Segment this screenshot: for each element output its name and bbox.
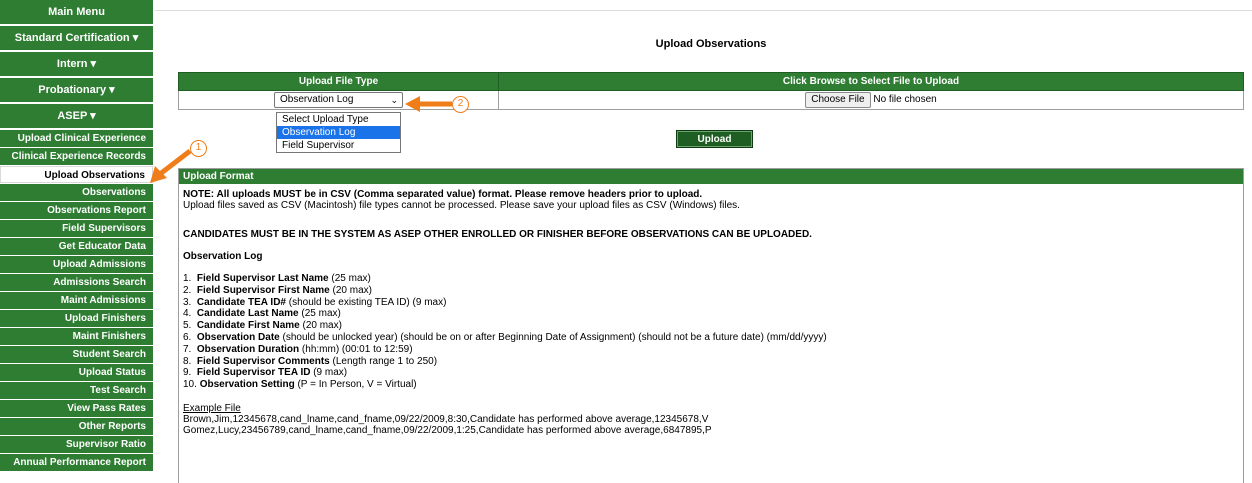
example-line: Brown,Jim,12345678,cand_lname,cand_fname… <box>183 413 709 425</box>
sidebar-item-student-search[interactable]: Student Search <box>0 346 153 363</box>
sidebar-item-view-pass-rates[interactable]: View Pass Rates <box>0 400 153 417</box>
sidebar-item-maint-admissions[interactable]: Maint Admissions <box>0 292 153 309</box>
dropdown-option-field-supervisor[interactable]: Field Supervisor <box>277 139 400 152</box>
annotation-badge-2: 2 <box>452 96 469 113</box>
sidebar-item-upload-observations[interactable]: Upload Observations <box>0 166 153 183</box>
sidebar-item-field-supervisors[interactable]: Field Supervisors <box>0 220 153 237</box>
upload-format-panel: Upload Format NOTE: All uploads MUST be … <box>178 168 1244 483</box>
upload-button[interactable]: Upload <box>676 130 753 148</box>
sidebar: Main Menu Standard Certification ▾ Inter… <box>0 0 153 483</box>
candidates-notice: CANDIDATES MUST BE IN THE SYSTEM AS ASEP… <box>183 229 812 240</box>
page-title: Upload Observations <box>655 38 767 50</box>
example-file-title: Example File <box>183 402 241 414</box>
sidebar-item-annual-performance-report[interactable]: Annual Performance Report <box>0 454 153 471</box>
note-text: Upload files saved as CSV (Macintosh) fi… <box>183 200 740 211</box>
upload-type-select[interactable]: Observation Log ⌄ <box>274 92 403 108</box>
top-divider <box>155 10 1252 11</box>
sidebar-item-maint-finishers[interactable]: Maint Finishers <box>0 328 153 345</box>
menu-intern[interactable]: Intern ▾ <box>0 52 153 76</box>
note-bold: NOTE: All uploads MUST be in CSV (Comma … <box>183 189 703 200</box>
sidebar-item-upload-admissions[interactable]: Upload Admissions <box>0 256 153 273</box>
dropdown-option-observation-log[interactable]: Observation Log <box>277 126 400 139</box>
upload-type-dropdown: Select Upload Type Observation Log Field… <box>276 112 401 153</box>
browse-header: Click Browse to Select File to Upload <box>498 72 1244 91</box>
menu-asep[interactable]: ASEP ▾ <box>0 104 153 128</box>
upload-format-header: Upload Format <box>179 169 1243 184</box>
sidebar-item-supervisor-ratio[interactable]: Supervisor Ratio <box>0 436 153 453</box>
sidebar-item-get-educator-data[interactable]: Get Educator Data <box>0 238 153 255</box>
menu-main[interactable]: Main Menu <box>0 0 153 24</box>
field-item: 1. Field Supervisor Last Name (25 max) <box>183 273 371 284</box>
example-line: Gomez,Lucy,23456789,cand_lname,cand_fnam… <box>183 424 712 436</box>
sidebar-item-test-search[interactable]: Test Search <box>0 382 153 399</box>
sidebar-item-upload-clinical-experience[interactable]: Upload Clinical Experience <box>0 130 153 147</box>
sidebar-item-upload-status[interactable]: Upload Status <box>0 364 153 381</box>
sidebar-item-observations-report[interactable]: Observations Report <box>0 202 153 219</box>
no-file-chosen-text: No file chosen <box>873 94 937 105</box>
field-item: 3. Candidate TEA ID# (should be existing… <box>183 296 447 308</box>
upload-file-type-header: Upload File Type <box>178 72 499 91</box>
sidebar-item-other-reports[interactable]: Other Reports <box>0 418 153 435</box>
sidebar-item-observations[interactable]: Observations <box>0 184 153 201</box>
sidebar-item-clinical-experience-records[interactable]: Clinical Experience Records <box>0 148 153 165</box>
field-item: 8. Field Supervisor Comments (Length ran… <box>183 355 438 367</box>
field-item: 4. Candidate Last Name (25 max) <box>183 308 341 320</box>
observation-log-title: Observation Log <box>183 251 263 262</box>
field-item: 7. Observation Duration (hh:mm) (00:01 t… <box>183 343 413 355</box>
sidebar-item-upload-finishers[interactable]: Upload Finishers <box>0 310 153 327</box>
menu-probationary[interactable]: Probationary ▾ <box>0 78 153 102</box>
upload-format-body: NOTE: All uploads MUST be in CSV (Comma … <box>179 184 1243 441</box>
annotation-badge-1: 1 <box>190 140 207 157</box>
choose-file-button[interactable]: Choose File <box>805 92 871 108</box>
upload-type-select-value: Observation Log <box>280 94 354 105</box>
file-chooser-cell: Choose File No file chosen <box>498 90 1244 110</box>
field-item: 10. Observation Setting (P = In Person, … <box>183 379 417 391</box>
file-type-cell: Observation Log ⌄ <box>178 90 499 110</box>
field-item: 9. Field Supervisor TEA ID (9 max) <box>183 367 348 379</box>
chevron-down-icon: ⌄ <box>390 95 398 105</box>
sidebar-item-admissions-search[interactable]: Admissions Search <box>0 274 153 291</box>
dropdown-option-select-upload-type[interactable]: Select Upload Type <box>277 113 400 126</box>
field-item: 6. Observation Date (should be unlocked … <box>183 331 827 343</box>
upload-table: Upload File Type Click Browse to Select … <box>178 72 1244 110</box>
field-item: 2. Field Supervisor First Name (20 max) <box>183 284 372 296</box>
field-list: 1. Field Supervisor Last Name (25 max) 2… <box>183 273 1239 391</box>
menu-standard-certification[interactable]: Standard Certification ▾ <box>0 26 153 50</box>
field-item: 5. Candidate First Name (20 max) <box>183 320 342 332</box>
